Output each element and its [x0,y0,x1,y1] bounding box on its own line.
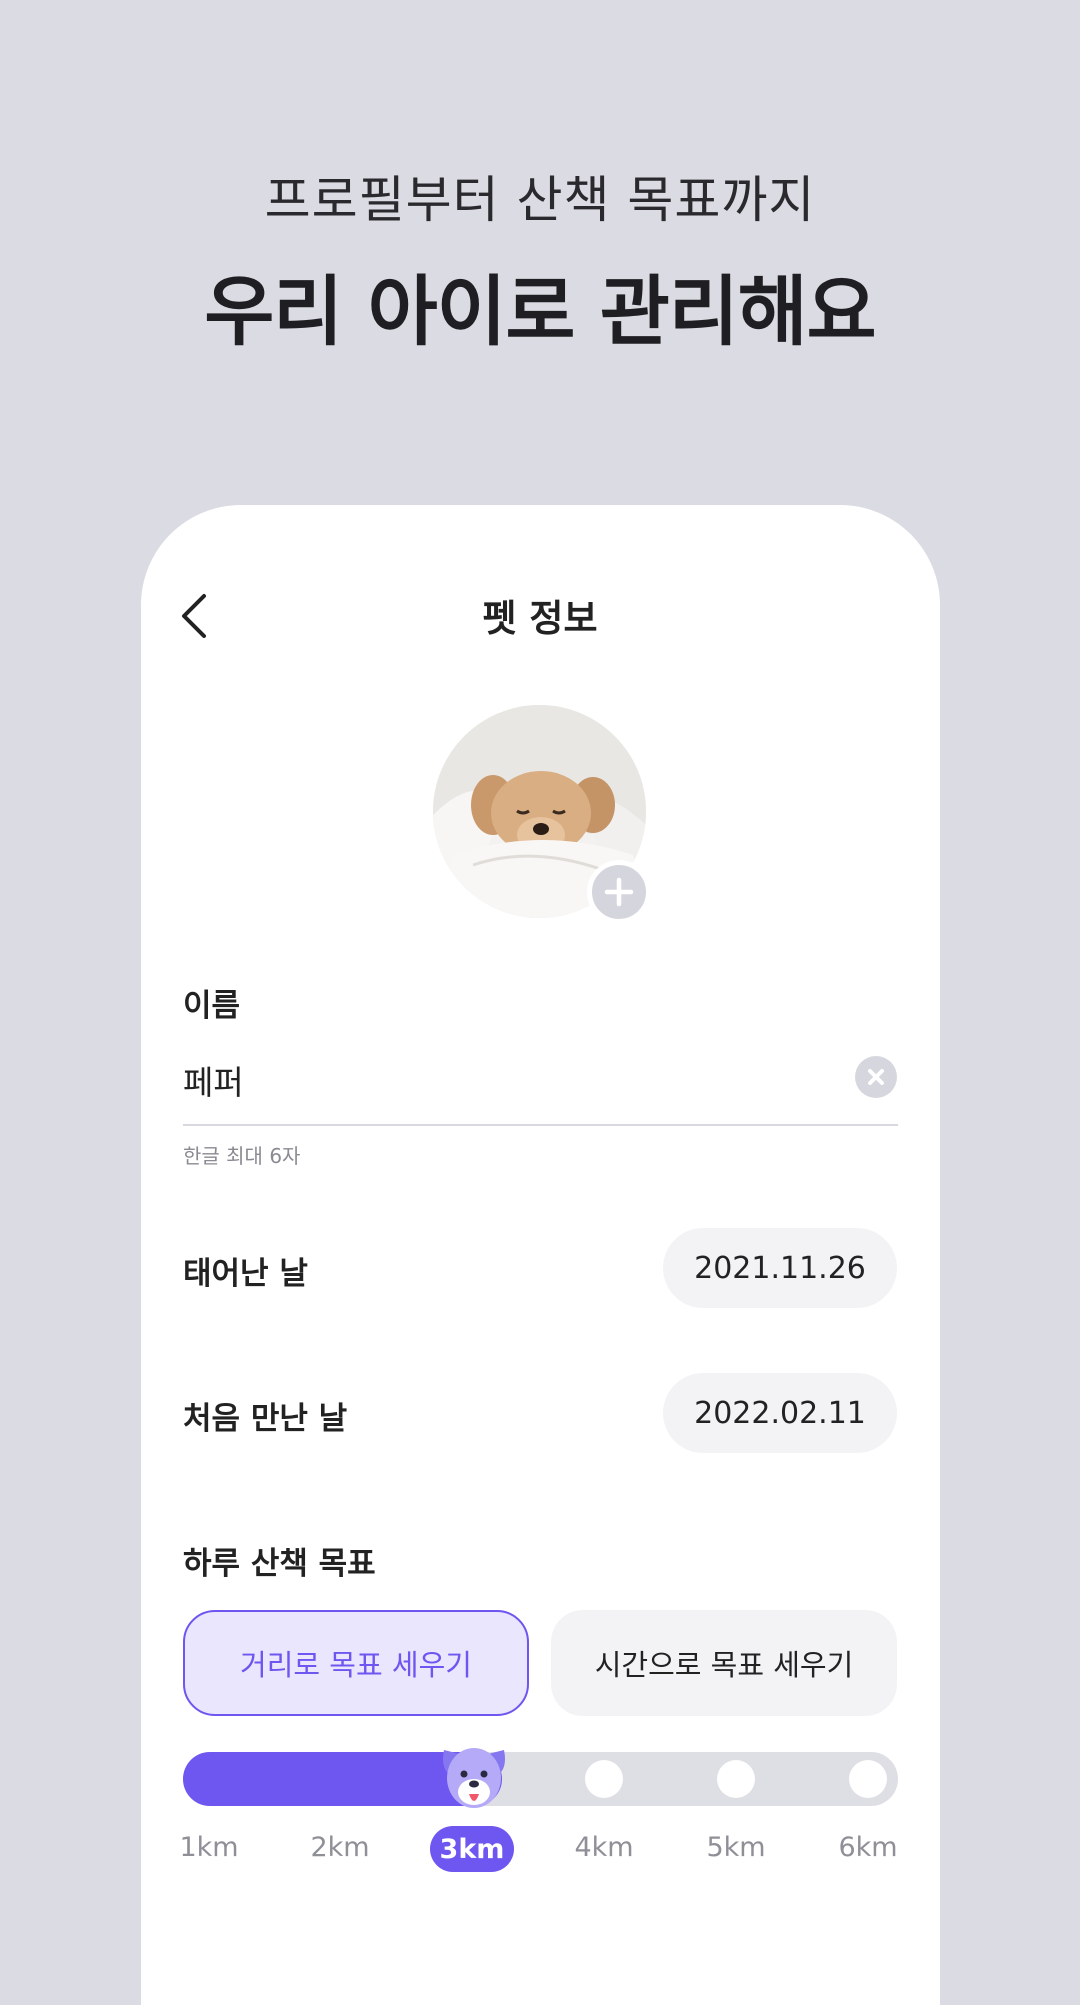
distance-option[interactable]: 2km [295,1828,385,1868]
distance-slider[interactable] [183,1752,898,1806]
birthday-label: 태어난 날 [183,1256,308,1292]
hero-subtitle: 프로필부터 산책 목표까지 [264,171,816,229]
dog-face-slider-thumb[interactable] [438,1742,510,1814]
birthday-date-picker[interactable]: 2021.11.26 [663,1228,897,1308]
add-photo-button[interactable] [587,860,651,924]
distance-option[interactable]: 6km [823,1828,913,1868]
name-input[interactable]: 페퍼 [183,1056,244,1104]
walk-goal-label: 하루 산책 목표 [183,1546,376,1582]
close-icon [868,1069,884,1085]
first-met-date-picker[interactable]: 2022.02.11 [663,1373,897,1453]
slider-stop-dot[interactable] [717,1760,755,1798]
name-input-underline [183,1124,898,1126]
distance-option-selected[interactable]: 3km [430,1826,514,1872]
plus-icon [604,877,634,907]
distance-option[interactable]: 4km [559,1828,649,1868]
clear-name-button[interactable] [855,1056,897,1098]
slider-stop-dot[interactable] [849,1760,887,1798]
slider-stop-dot[interactable] [585,1760,623,1798]
distance-option[interactable]: 5km [691,1828,781,1868]
time-goal-button[interactable]: 시간으로 목표 세우기 [551,1610,897,1716]
page-title: 펫 정보 [482,597,598,640]
hero-title: 우리 아이로 관리해요 [204,267,876,356]
dog-face-icon [443,1748,505,1808]
distance-goal-button[interactable]: 거리로 목표 세우기 [183,1610,529,1716]
name-hint: 한글 최대 6자 [183,1144,301,1168]
first-met-label: 처음 만난 날 [183,1401,348,1437]
name-label: 이름 [183,988,241,1024]
distance-option[interactable]: 1km [164,1828,254,1868]
